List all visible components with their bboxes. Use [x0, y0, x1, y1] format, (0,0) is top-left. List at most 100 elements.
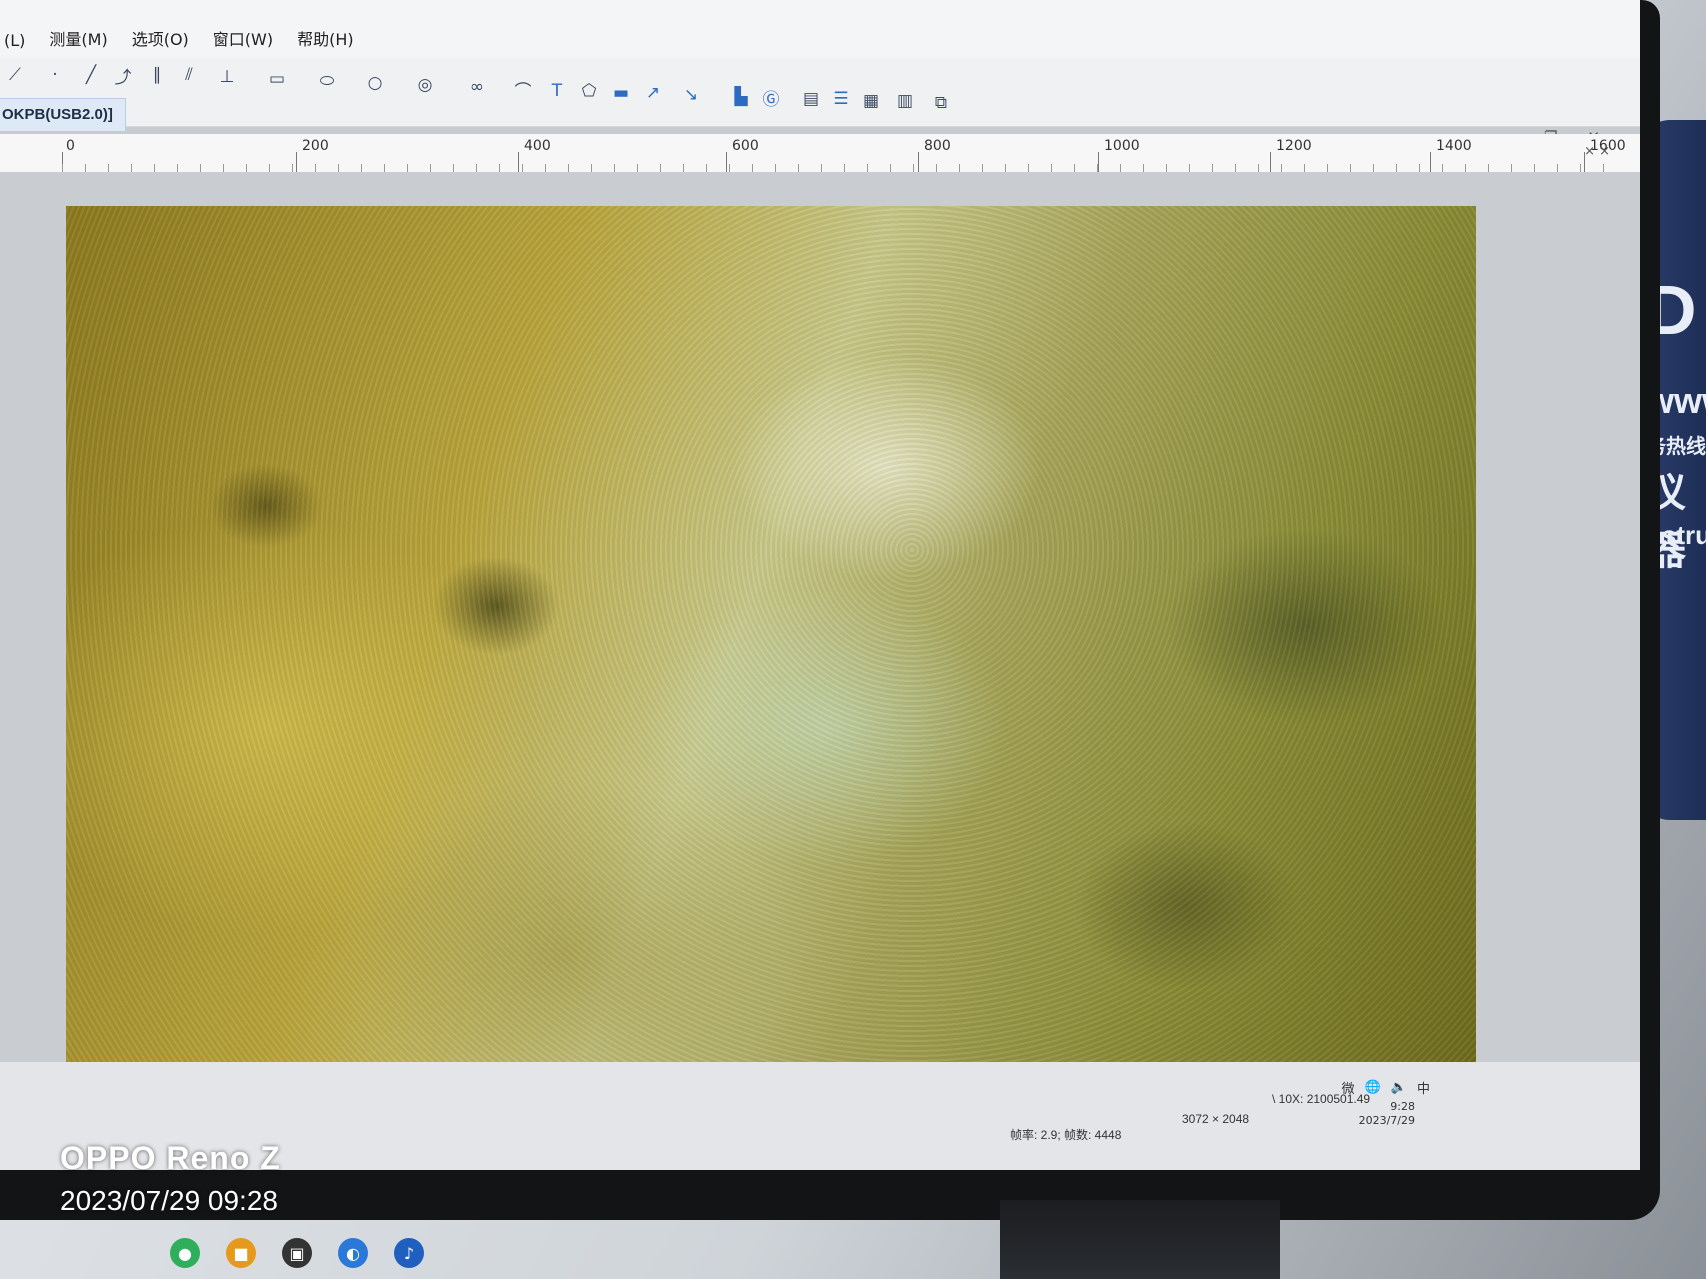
ruler-minor-tick: [545, 164, 546, 172]
store-icon[interactable]: ▣: [282, 1238, 312, 1268]
ruler-minor-tick: [430, 164, 431, 172]
ruler-minor-tick: [1074, 164, 1075, 172]
volume-icon[interactable]: 🔈: [1391, 1080, 1407, 1095]
ruler-minor-tick: [1511, 164, 1512, 172]
ruler-minor-tick: [361, 164, 362, 172]
network-icon[interactable]: 🌐: [1365, 1080, 1381, 1095]
ruler-minor-tick: [1580, 164, 1581, 172]
ruler-minor-tick: [407, 164, 408, 172]
ruler-minor-tick: [85, 164, 86, 172]
microscope-live-image[interactable]: [66, 206, 1476, 1066]
horizontal-ruler: 0 200 400 600 800 1000 1200 1400 1600 × …: [0, 134, 1640, 173]
taskbar: ● ■ ▣ ◐ ♪: [170, 1238, 424, 1268]
resolution-status: 3072 × 2048: [1182, 1112, 1250, 1126]
concentric-circles-icon[interactable]: ◎: [414, 74, 436, 96]
ruler-label: 1000: [1104, 138, 1140, 154]
ruler-minor-tick: [660, 164, 661, 172]
ruler-minor-tick: [1465, 164, 1466, 172]
taskbar-clock[interactable]: 9:28 2023/7/29: [1359, 1100, 1415, 1128]
ruler-minor-tick: [453, 164, 454, 172]
ruler-tick: [726, 152, 727, 172]
ruler-minor-tick: [200, 164, 201, 172]
line-icon[interactable]: ╱: [80, 64, 102, 86]
ruler-minor-tick: [1051, 164, 1052, 172]
ruler-minor-tick: [1327, 164, 1328, 172]
ruler-minor-tick: [269, 164, 270, 172]
ruler-minor-tick: [1304, 164, 1305, 172]
folder-icon[interactable]: ■: [226, 1238, 256, 1268]
menu-measure[interactable]: 测量(M): [49, 26, 107, 50]
point-tool-icon[interactable]: ·: [44, 64, 66, 86]
menu-options[interactable]: 选项(O): [132, 26, 189, 50]
ruler-minor-tick: [637, 164, 638, 172]
monitor-screen: (L) 测量(M) 选项(O) 窗口(W) 帮助(H) ⟋ · ╱ ⤴ ∥ ⫽ …: [0, 0, 1640, 1170]
ruler-minor-tick: [1373, 164, 1374, 172]
menu-window[interactable]: 窗口(W): [213, 26, 273, 50]
watermark-brand: OPPO Reno Z: [60, 1140, 281, 1176]
browser-icon[interactable]: ◐: [338, 1238, 368, 1268]
language-indicator[interactable]: 中: [1417, 1078, 1430, 1097]
menu-help[interactable]: 帮助(H): [297, 26, 354, 50]
ruler-minor-tick: [1212, 164, 1213, 172]
arc-icon[interactable]: ⌒: [512, 78, 534, 102]
tab-camera-device[interactable]: OKPB(USB2.0)]: [0, 98, 126, 132]
line-tool-icon[interactable]: ⟋: [4, 64, 26, 86]
ruler-minor-tick: [177, 164, 178, 172]
ruler-minor-tick: [522, 164, 523, 172]
ruler-close-icon[interactable]: × ×: [1584, 144, 1610, 159]
multi-parallel-icon[interactable]: ⫽: [178, 64, 200, 86]
ruler-minor-tick: [62, 164, 63, 172]
ruler-minor-tick: [499, 164, 500, 172]
parallel-lines-icon[interactable]: ∥: [146, 64, 168, 86]
ruler-label: 600: [732, 138, 759, 154]
ruler-label: 200: [302, 138, 329, 154]
menu-l[interactable]: (L): [4, 31, 25, 50]
ruler-minor-tick: [591, 164, 592, 172]
app-blue-icon[interactable]: ♪: [394, 1238, 424, 1268]
ruler-minor-tick: [292, 164, 293, 172]
ruler-minor-tick: [1143, 164, 1144, 172]
ruler-minor-tick: [798, 164, 799, 172]
polyline-icon[interactable]: ⤴: [112, 64, 134, 88]
rectangle-icon[interactable]: ▭: [266, 68, 288, 90]
ruler-minor-tick: [729, 164, 730, 172]
clock-date: 2023/7/29: [1358, 1114, 1415, 1127]
ruler-label: 1200: [1276, 138, 1312, 154]
ruler-minor-tick: [154, 164, 155, 172]
image-viewport[interactable]: [0, 172, 1640, 1066]
ruler-minor-tick: [1281, 164, 1282, 172]
ruler-minor-tick: [1028, 164, 1029, 172]
ruler-tick: [518, 152, 519, 172]
ruler-minor-tick: [683, 164, 684, 172]
ruler-minor-tick: [108, 164, 109, 172]
ruler-tick: [918, 152, 919, 172]
ruler-minor-tick: [1442, 164, 1443, 172]
camera-watermark: OPPO Reno Z 2023/07/29 09:28: [60, 1140, 281, 1217]
ruler-minor-tick: [1350, 164, 1351, 172]
ime-indicator[interactable]: 微: [1342, 1078, 1355, 1097]
ruler-minor-tick: [614, 164, 615, 172]
ruler-minor-tick: [752, 164, 753, 172]
menu-bar: (L) 测量(M) 选项(O) 窗口(W) 帮助(H): [0, 0, 1640, 58]
ruler-minor-tick: [476, 164, 477, 172]
document-tabs: OKPB(USB2.0)]: [0, 98, 1640, 132]
system-tray: 微 🌐 🔈 中: [1342, 1078, 1430, 1097]
ruler-minor-tick: [246, 164, 247, 172]
ruler-minor-tick: [1258, 164, 1259, 172]
ruler-tick: [1098, 152, 1099, 172]
ruler-minor-tick: [223, 164, 224, 172]
ruler-minor-tick: [959, 164, 960, 172]
circle-icon[interactable]: ○: [364, 72, 386, 94]
link-icon[interactable]: ∞: [466, 76, 488, 98]
ruler-tick: [1270, 152, 1271, 172]
watermark-datetime: 2023/07/29 09:28: [60, 1185, 278, 1216]
ruler-minor-tick: [568, 164, 569, 172]
perpendicular-icon[interactable]: ⊥: [216, 66, 238, 88]
ruler-minor-tick: [867, 164, 868, 172]
ruler-minor-tick: [1005, 164, 1006, 172]
ruler-minor-tick: [1235, 164, 1236, 172]
ellipse-icon[interactable]: ⬭: [316, 70, 338, 92]
app-icon[interactable]: ●: [170, 1238, 200, 1268]
monitor-stand: [1000, 1200, 1280, 1279]
ruler-minor-tick: [1557, 164, 1558, 172]
